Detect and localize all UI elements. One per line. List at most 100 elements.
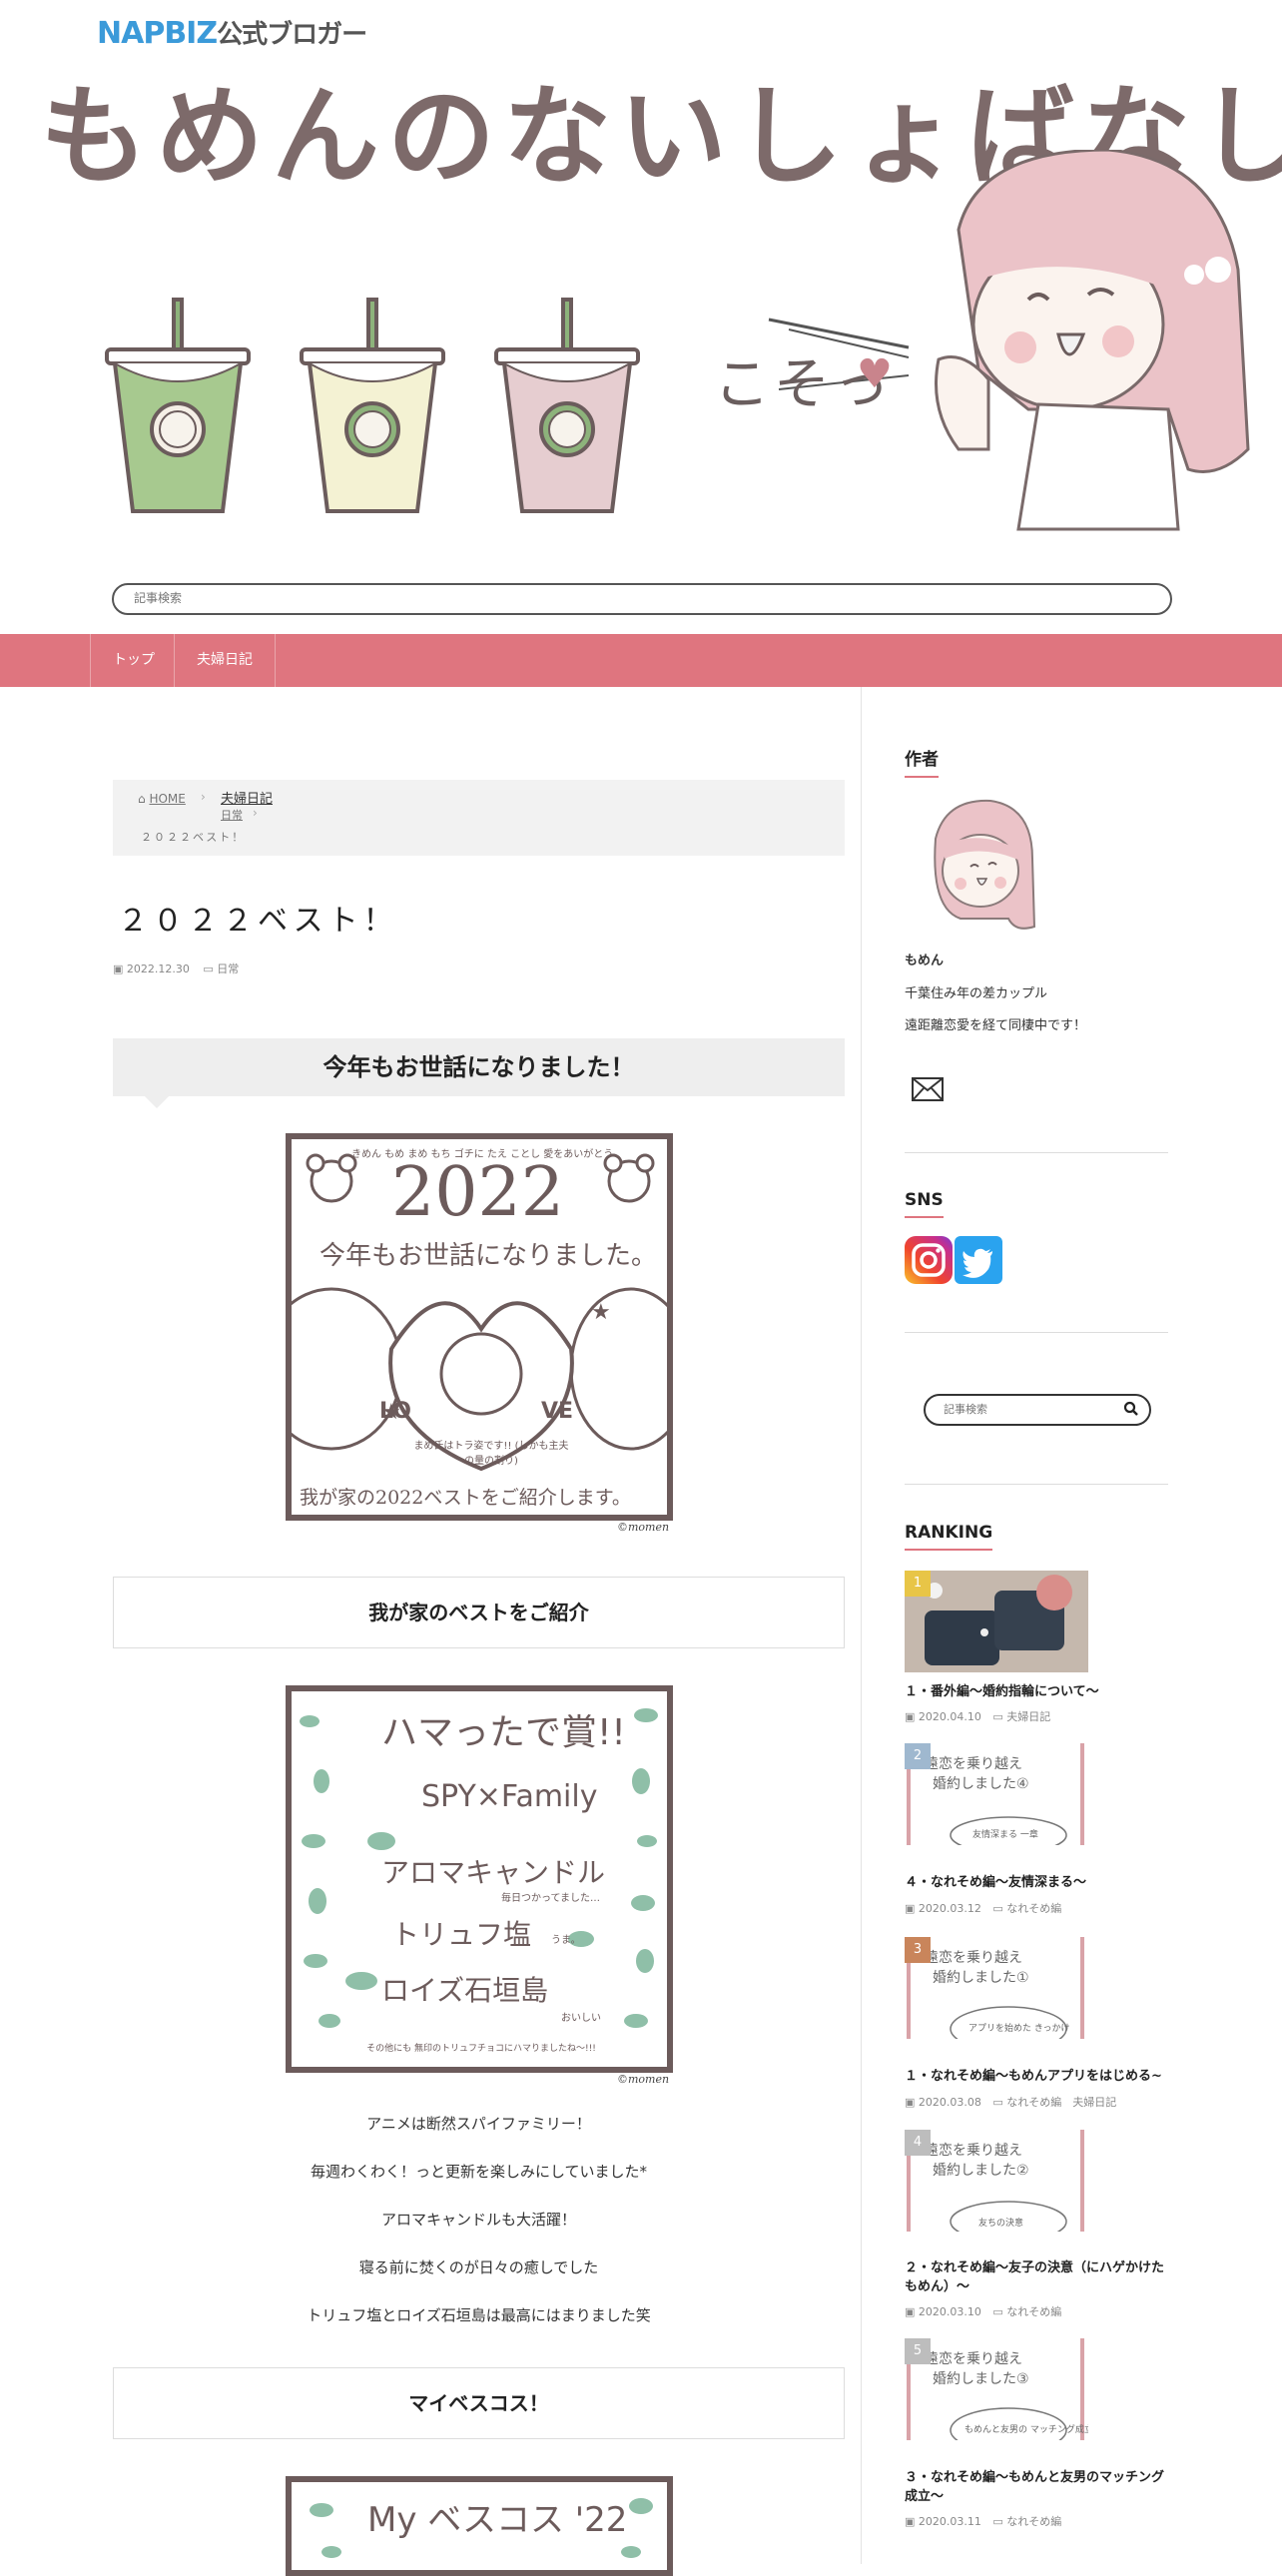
widget-separator [905,1152,1168,1153]
folder-icon: ▭ [992,2305,1003,2318]
breadcrumb-current: ２０２２ベスト！ [141,831,246,844]
post-title: ２０２２ベスト！ [118,904,398,939]
ranking-badge: 2 [905,1743,931,1769]
image-hamatta-award[interactable]: ハマったで賞!! SPY×Family アロマキャンドル 毎日つかってました… … [286,1685,673,2073]
breadcrumb-home[interactable]: ⌂ HOME [138,792,186,806]
ranking-thumbnail[interactable]: 遠恋を乗り越え 婚約しました④ 友情深まる 一章 2 [905,1743,1088,1845]
ranking-thumbnail[interactable]: 遠恋を乗り越え 婚約しました② 友ちの決意 4 [905,2130,1088,2232]
post-date: 2022.12.30 [126,963,190,975]
image2-aroma-note: 毎日つかってました… [501,1893,600,1904]
site-header: NAPBIZ公式ブロガー もめんのないしょばなし こそっ ♥ 記事検索 [0,0,1282,634]
image2-credit: ©momen [617,2073,670,2086]
widget-title-sns: SNS [905,1190,944,1218]
calendar-icon: ▣ [905,2515,916,2528]
sidebar-divider [861,687,862,2564]
paragraph-2: 毎週わくわく！っと更新を楽しみにしていました* [310,2163,648,2181]
paragraph-1: アニメは断然スパイファミリー！ [366,2115,591,2133]
image2-truffle-note: うま。 [551,1935,581,1946]
sidebar-search-input[interactable] [942,1396,1125,1422]
calendar-icon: ▣ [905,1710,916,1723]
mail-icon[interactable] [911,1076,945,1102]
folder-icon: ▭ [992,1710,1003,1723]
header-search-input[interactable] [132,585,1134,611]
image2-bottom: その他にも 無印のトリュフチョコにハマりましたね～!!! [366,2044,596,2054]
nav-item-top[interactable]: トップ [90,634,177,687]
heading-pointer [145,1096,169,1108]
love-right: VE [541,1399,574,1424]
heart-icon: ♥ [857,351,893,397]
ranking-meta: ▣ 2020.03.11 ▭ なれそめ編 [905,2515,1062,2528]
breadcrumb-cat-nichijo[interactable]: 日常 [221,807,243,823]
folder-icon: ▭ [992,1902,1003,1915]
image1-bottom: 我が家の2022ベストをご紹介します。 [300,1487,631,1509]
twitter-icon[interactable] [955,1236,1002,1284]
home-icon: ⌂ [138,792,146,806]
author-desc-2: 遠距離恋愛を経て同棲中です！ [905,1018,1087,1033]
chevron-right-icon: › [201,790,206,804]
image-2022-best[interactable]: きめん もめ まめ もち ゴチに たえ ことし 愛をあいがとう 2022 今年も… [286,1133,673,1521]
calendar-icon: ▣ [905,1902,916,1915]
ranking-meta: ▣ 2020.03.08 ▭ なれそめ編 夫婦日記 [905,2096,1117,2109]
folder-icon: ▭ [992,2096,1003,2109]
post-category[interactable]: 日常 [217,963,239,975]
heading-bestcos: マイベスコス！ [113,2367,845,2439]
widget-separator [905,1332,1168,1333]
green-drink [105,298,251,513]
calendar-icon: ▣ [113,963,124,975]
bear-icon [306,1153,357,1203]
author-avatar[interactable] [921,799,1040,933]
pink-drink [494,298,640,513]
love-left: LO [379,1399,411,1424]
image2-aroma: アロマキャンドル [381,1856,606,1889]
heading-best: 我が家のベストをご紹介 [113,1577,845,1648]
image2-spy-family: SPY×Family [421,1779,598,1814]
breadcrumb: ⌂ HOME › 夫婦日記 日常 › ２０２２ベスト！ [113,780,845,856]
girl-illustration [935,150,1250,531]
image1-year: 2022 [391,1153,565,1232]
header-search[interactable] [112,583,1172,615]
paragraph-4: 寝る前に焚くのが日々の癒しでした [358,2258,599,2276]
bear-icon [603,1153,655,1203]
calendar-icon: ▣ [905,2305,916,2318]
napbiz-logo[interactable]: NAPBIZ公式ブロガー [97,14,367,51]
sidebar-search[interactable] [924,1394,1151,1426]
ranking-badge: 3 [905,1937,931,1963]
ranking-badge: 5 [905,2338,931,2364]
svg-text:★: ★ [591,1300,611,1325]
ranking-title[interactable]: １・番外編～婚約指輪について～ [905,1682,1174,1701]
image1-credit: ©momen [617,1521,670,1534]
paragraph-3: アロマキャンドルも大活躍！ [380,2211,576,2229]
ranking-title[interactable]: ４・なれそめ編～友情深まる～ [905,1873,1174,1892]
image-my-bestcos[interactable]: My ベスコス '22 [286,2476,673,2576]
author-desc-1: 千葉住み年の差カップル [905,986,1048,1001]
ranking-badge: 1 [905,1571,931,1597]
instagram-icon[interactable] [905,1236,953,1284]
image2-title: ハマったで賞!! [381,1712,626,1753]
ranking-thumbnail[interactable]: 1 [905,1571,1088,1672]
nav-item-fufu-nikki[interactable]: 夫婦日記 [174,634,276,687]
ranking-title[interactable]: ３・なれそめ編～もめんと友男のマッチング成立～ [905,2468,1174,2506]
ranking-thumbnail[interactable]: 遠恋を乗り越え 婚約しました① アプリを始めた きっかけ 3 [905,1937,1088,2039]
ranking-badge: 4 [905,2130,931,2156]
chevron-right-icon: › [253,806,258,820]
ranking-meta: ▣ 2020.04.10 ▭ 夫婦日記 [905,1710,1051,1723]
ranking-title[interactable]: ２・なれそめ編～友子の決意（にハゲかけたもめん）～ [905,2258,1174,2296]
ring-box-photo [905,1571,1088,1672]
ranking-meta: ▣ 2020.03.12 ▭ なれそめ編 [905,1902,1062,1915]
search-icon[interactable] [1123,1401,1139,1417]
ranking-thumbnail[interactable]: 遠恋を乗り越え 婚約しました③ もめんと友男の マッチング成立 5 [905,2338,1088,2440]
calendar-icon: ▣ [905,2096,916,2109]
folder-icon: ▭ [203,963,214,975]
image2-royce: ロイズ石垣島 [381,1974,549,2007]
image1-sub-note: まめ氏はトラ姿です!! (しかも主夫の量の割り) [413,1441,569,1467]
image1-line: 今年もお世話になりました。 [320,1241,658,1271]
drinks-illustration [105,298,640,513]
post-meta: ▣ 2022.12.30 ▭ 日常 [113,961,239,976]
ranking-meta: ▣ 2020.03.10 ▭ なれそめ編 [905,2305,1062,2318]
ranking-title[interactable]: １・なれそめ編～もめんアプリをはじめる~ [905,2067,1174,2086]
image3-title: My ベスコス '22 [367,2500,628,2540]
vanilla-drink [300,298,445,513]
widget-title-ranking: RANKING [905,1523,993,1551]
breadcrumb-cat-fufu[interactable]: 夫婦日記 [221,788,273,807]
paragraph-5: トリュフ塩とロイズ石垣島は最高にはまりました笑 [307,2306,651,2324]
